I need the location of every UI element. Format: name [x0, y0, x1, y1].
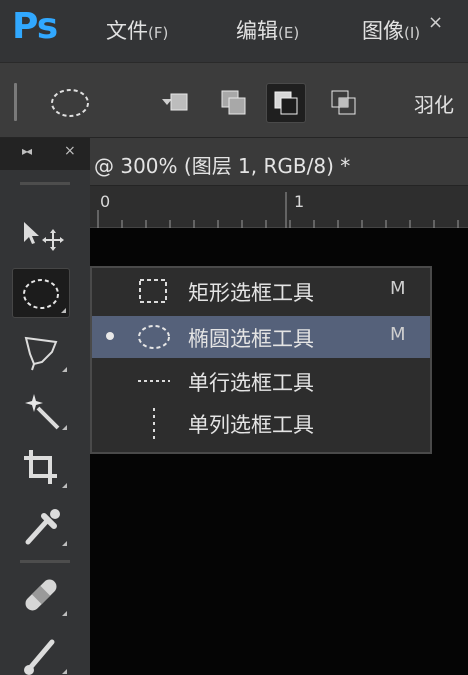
eyedropper-tool-button[interactable] [12, 500, 70, 550]
menu-edit-hotkey: (E) [278, 24, 300, 42]
new-selection-button[interactable] [160, 83, 200, 123]
add-to-selection-icon [221, 90, 246, 115]
add-to-selection-button[interactable] [214, 83, 254, 123]
panel-divider [20, 182, 70, 185]
subtract-from-selection-button[interactable] [266, 83, 306, 123]
ruler-label-0: 0 [100, 192, 111, 211]
single-row-marquee-icon [138, 380, 170, 382]
flyout-item-label: 单行选框工具 [188, 371, 314, 395]
document-tab[interactable]: @ 300% (图层 1, RGB/8) * [90, 138, 468, 186]
brush-tool-button[interactable] [12, 628, 70, 675]
move-tool-button[interactable] [12, 210, 70, 260]
flyout-item-shortcut: M [390, 324, 406, 345]
elliptical-marquee-icon [51, 89, 89, 117]
single-column-marquee-icon [153, 408, 155, 442]
subtract-from-selection-icon [274, 91, 298, 115]
menu-image[interactable]: 图像(I) [362, 15, 420, 45]
document-tab-bar: @ 300% (图层 1, RGB/8) * [90, 138, 468, 186]
menu-bar: Ps 文件(F) 编辑(E) 图像(I) [0, 0, 468, 62]
photoshop-logo: Ps [12, 6, 58, 47]
current-tool-bullet-icon [106, 332, 114, 340]
polygonal-lasso-tool-button[interactable] [12, 326, 70, 376]
flyout-item-shortcut: M [390, 278, 406, 299]
menu-edit-label: 编辑 [236, 19, 278, 43]
flyout-item-elliptical-marquee[interactable]: 椭圆选框工具 M [92, 316, 430, 358]
tool-group-indicator [62, 425, 67, 430]
tool-preset-picker[interactable] [48, 85, 172, 121]
brush-tool-icon [24, 639, 55, 675]
tool-group-indicator [62, 541, 67, 546]
collapse-panel-icon[interactable]: ▸◂ [22, 144, 32, 158]
flyout-item-label: 矩形选框工具 [188, 281, 314, 305]
menu-file[interactable]: 文件(F) [106, 15, 168, 45]
healing-brush-tool-button[interactable] [12, 570, 70, 620]
new-selection-icon [170, 93, 188, 111]
crop-tool-button[interactable] [12, 442, 70, 492]
intersect-selection-icon [331, 90, 356, 115]
elliptical-marquee-icon [138, 325, 170, 349]
flyout-item-single-column-marquee[interactable]: 单列选框工具 [92, 402, 430, 444]
ruler-ticks [97, 192, 459, 228]
menu-file-label: 文件 [106, 19, 148, 43]
tools-panel: ▸◂ × [0, 138, 90, 675]
flyout-item-rectangular-marquee[interactable]: 矩形选框工具 M [92, 270, 430, 312]
close-panel-icon[interactable]: × [64, 143, 76, 159]
menu-image-hotkey: (I) [404, 24, 421, 42]
menu-file-hotkey: (F) [148, 24, 169, 42]
tool-group-indicator [62, 669, 67, 674]
rectangular-marquee-icon [139, 279, 167, 303]
move-tool-icon [24, 222, 64, 251]
panel-divider [20, 560, 70, 563]
flyout-item-single-row-marquee[interactable]: 单行选框工具 [92, 360, 430, 402]
marquee-tools-flyout: 矩形选框工具 M 椭圆选框工具 M 单行选框工具 单列选框工具 [90, 266, 432, 454]
options-bar: 羽化 [0, 62, 468, 138]
flyout-item-label: 单列选框工具 [188, 413, 314, 437]
tool-group-indicator [61, 308, 66, 313]
elliptical-marquee-tool-button[interactable] [12, 268, 70, 318]
menu-image-label: 图像 [362, 19, 404, 43]
ruler-label-1: 1 [294, 192, 305, 211]
horizontal-ruler[interactable]: 0 1 [90, 186, 468, 228]
tools-panel-header: ▸◂ × [0, 138, 90, 170]
feather-label: 羽化 [414, 93, 454, 117]
close-document-icon[interactable]: × [428, 12, 443, 33]
tool-group-indicator [62, 483, 67, 488]
menu-edit[interactable]: 编辑(E) [236, 15, 299, 45]
options-bar-grip[interactable] [14, 83, 17, 121]
flyout-item-label: 椭圆选框工具 [188, 327, 314, 351]
tool-group-indicator [62, 367, 67, 372]
tool-group-indicator [62, 611, 67, 616]
magic-wand-tool-button[interactable] [12, 384, 70, 434]
intersect-selection-button[interactable] [324, 83, 364, 123]
document-tab-title: @ 300% (图层 1, RGB/8) * [94, 154, 351, 178]
